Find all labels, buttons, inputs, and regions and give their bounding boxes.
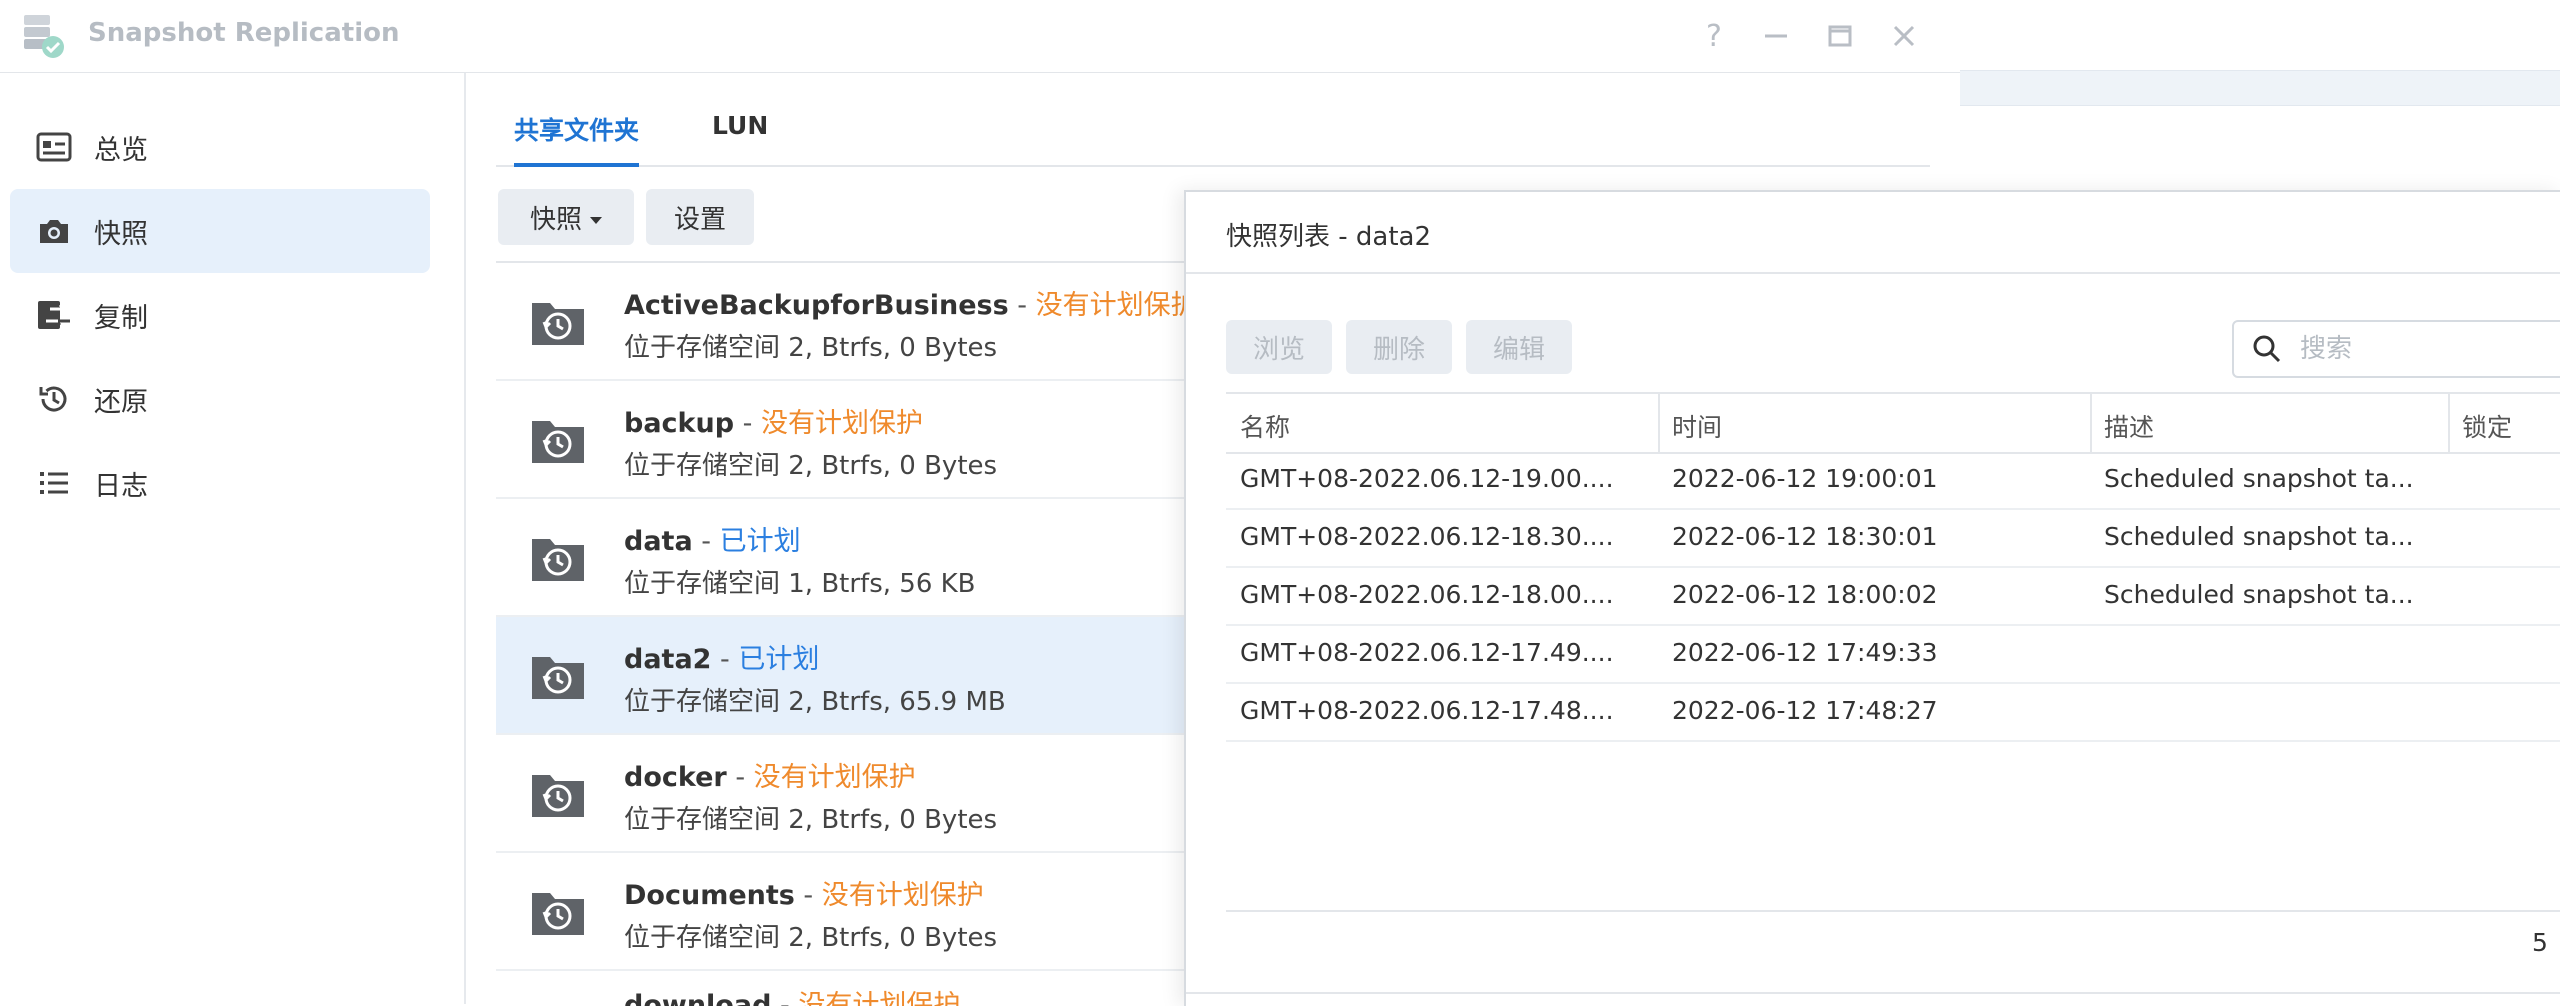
table-header: 名称 时间 描述 锁定 bbox=[1226, 392, 2560, 454]
tab-shared-folders[interactable]: 共享文件夹 bbox=[514, 111, 640, 167]
snapshot-list-dialog: 快照列表 - data2 浏览 删除 编辑 名称 时间 描述 锁定 GMT+08… bbox=[1184, 190, 2560, 1006]
column-divider bbox=[1658, 394, 1660, 452]
table-row[interactable]: GMT+08-2022.06.12-18.00.... 2022-06-12 1… bbox=[1226, 566, 2560, 626]
share-location: 位于存储空间 2, Btrfs, 65.9 MB bbox=[624, 687, 1006, 717]
cell-time: 2022-06-12 17:49:33 bbox=[1672, 638, 1938, 667]
replication-icon bbox=[34, 295, 74, 335]
share-separator: - bbox=[692, 526, 720, 557]
sidebar-item-label: 总览 bbox=[94, 134, 148, 166]
column-header-name[interactable]: 名称 bbox=[1240, 408, 1290, 444]
table-row[interactable]: GMT+08-2022.06.12-18.30.... 2022-06-12 1… bbox=[1226, 508, 2560, 568]
sidebar-item-restore[interactable]: 还原 bbox=[10, 357, 430, 441]
share-separator: - bbox=[711, 644, 739, 675]
shared-folder-snapshot-icon bbox=[530, 765, 586, 821]
snapshot-button-label: 快照 bbox=[529, 204, 582, 235]
table-footer-divider bbox=[1226, 910, 2560, 912]
column-divider bbox=[2448, 394, 2450, 452]
share-separator: - bbox=[726, 762, 754, 793]
cell-description: Scheduled snapshot ta... bbox=[2104, 580, 2414, 609]
shared-folder-snapshot-icon bbox=[530, 529, 586, 585]
dialog-footer-divider bbox=[1186, 992, 2560, 994]
camera-icon bbox=[34, 211, 74, 251]
sidebar-item-label: 复制 bbox=[94, 302, 148, 334]
title-bar: Snapshot Replication ? bbox=[0, 0, 1960, 73]
sidebar-item-label: 快照 bbox=[94, 218, 148, 250]
cell-time: 2022-06-12 18:00:02 bbox=[1672, 580, 1938, 609]
share-status: 没有计划保护 bbox=[753, 762, 916, 793]
help-icon[interactable]: ? bbox=[1694, 16, 1734, 56]
dialog-title: 快照列表 - data2 bbox=[1226, 222, 1432, 252]
table-row[interactable]: GMT+08-2022.06.12-19.00.... 2022-06-12 1… bbox=[1226, 450, 2560, 510]
column-divider bbox=[2090, 394, 2092, 452]
share-status: 没有计划保护 bbox=[760, 408, 923, 439]
share-separator: - bbox=[794, 880, 822, 911]
log-list-icon bbox=[34, 463, 74, 503]
share-name: ActiveBackupforBusiness bbox=[624, 290, 1009, 321]
search-box[interactable] bbox=[2232, 320, 2560, 378]
sidebar-item-label: 日志 bbox=[94, 470, 148, 502]
share-name: backup bbox=[624, 408, 735, 439]
snapshot-replication-app-icon bbox=[20, 12, 68, 60]
share-status: 已计划 bbox=[738, 644, 820, 675]
table-row[interactable]: GMT+08-2022.06.12-17.49.... 2022-06-12 1… bbox=[1226, 624, 2560, 684]
sidebar-item-snapshot[interactable]: 快照 bbox=[10, 189, 430, 273]
row-count: 5 bbox=[2532, 928, 2548, 957]
share-status: 没有计划保护 bbox=[1035, 290, 1198, 321]
column-header-time[interactable]: 时间 bbox=[1672, 408, 1722, 444]
shared-folder-snapshot-icon bbox=[530, 411, 586, 467]
search-input[interactable] bbox=[2298, 330, 2560, 368]
search-icon bbox=[2252, 334, 2282, 364]
close-icon[interactable] bbox=[1884, 16, 1924, 56]
settings-button[interactable]: 设置 bbox=[646, 189, 754, 245]
cell-name: GMT+08-2022.06.12-19.00.... bbox=[1240, 464, 1614, 493]
background-window-strip bbox=[1960, 70, 2560, 106]
caret-down-icon bbox=[590, 202, 602, 232]
cell-description: Scheduled snapshot ta... bbox=[2104, 464, 2414, 493]
column-header-description[interactable]: 描述 bbox=[2104, 408, 2154, 444]
cell-time: 2022-06-12 17:48:27 bbox=[1672, 696, 1938, 725]
column-header-lock[interactable]: 锁定 bbox=[2462, 408, 2512, 444]
share-location: 位于存储空间 2, Btrfs, 0 Bytes bbox=[624, 923, 998, 953]
share-separator: - bbox=[734, 408, 761, 439]
cell-name: GMT+08-2022.06.12-18.00.... bbox=[1240, 580, 1614, 609]
delete-button[interactable]: 删除 bbox=[1346, 320, 1452, 374]
sidebar-item-replication[interactable]: 复制 bbox=[10, 273, 430, 357]
sidebar-item-overview[interactable]: 总览 bbox=[10, 105, 430, 189]
shared-folder-snapshot-icon bbox=[530, 883, 586, 939]
share-name: data2 bbox=[624, 644, 712, 675]
cell-description: Scheduled snapshot ta... bbox=[2104, 522, 2414, 551]
share-name: Documents bbox=[624, 880, 795, 911]
sidebar-item-log[interactable]: 日志 bbox=[10, 441, 430, 525]
cell-name: GMT+08-2022.06.12-18.30.... bbox=[1240, 522, 1614, 551]
edit-button[interactable]: 编辑 bbox=[1466, 320, 1572, 374]
restore-icon bbox=[34, 379, 74, 419]
cell-name: GMT+08-2022.06.12-17.49.... bbox=[1240, 638, 1614, 667]
table-row[interactable]: GMT+08-2022.06.12-17.48.... 2022-06-12 1… bbox=[1226, 682, 2560, 742]
sidebar: 总览 快照 复制 还原 日志 bbox=[0, 73, 466, 1004]
snapshot-dropdown-button[interactable]: 快照 bbox=[498, 189, 634, 245]
shared-folder-snapshot-icon bbox=[530, 647, 586, 703]
dialog-header: 快照列表 - data2 bbox=[1186, 192, 2560, 274]
share-status: 没有计划保护 bbox=[821, 880, 984, 911]
cell-time: 2022-06-12 19:00:01 bbox=[1672, 464, 1938, 493]
share-status: 已计划 bbox=[719, 526, 801, 557]
tab-lun[interactable]: LUN bbox=[712, 111, 768, 140]
minimize-icon[interactable] bbox=[1756, 16, 1796, 56]
maximize-icon[interactable] bbox=[1820, 16, 1860, 56]
share-name: docker bbox=[624, 762, 727, 793]
tab-bar: 共享文件夹 LUN bbox=[496, 73, 1930, 167]
shared-folder-snapshot-icon bbox=[530, 293, 586, 349]
overview-icon bbox=[34, 127, 74, 167]
share-location: 位于存储空间 1, Btrfs, 56 KB bbox=[624, 569, 976, 599]
share-location: 位于存储空间 2, Btrfs, 0 Bytes bbox=[624, 333, 998, 363]
share-location: 位于存储空间 2, Btrfs, 0 Bytes bbox=[624, 451, 998, 481]
browse-button[interactable]: 浏览 bbox=[1226, 320, 1332, 374]
sidebar-item-label: 还原 bbox=[94, 386, 148, 418]
app-title: Snapshot Replication bbox=[88, 18, 400, 48]
share-name: data bbox=[624, 526, 693, 557]
share-location: 位于存储空间 2, Btrfs, 0 Bytes bbox=[624, 805, 998, 835]
cell-name: GMT+08-2022.06.12-17.48.... bbox=[1240, 696, 1614, 725]
share-separator: - bbox=[1008, 290, 1036, 321]
cell-time: 2022-06-12 18:30:01 bbox=[1672, 522, 1938, 551]
